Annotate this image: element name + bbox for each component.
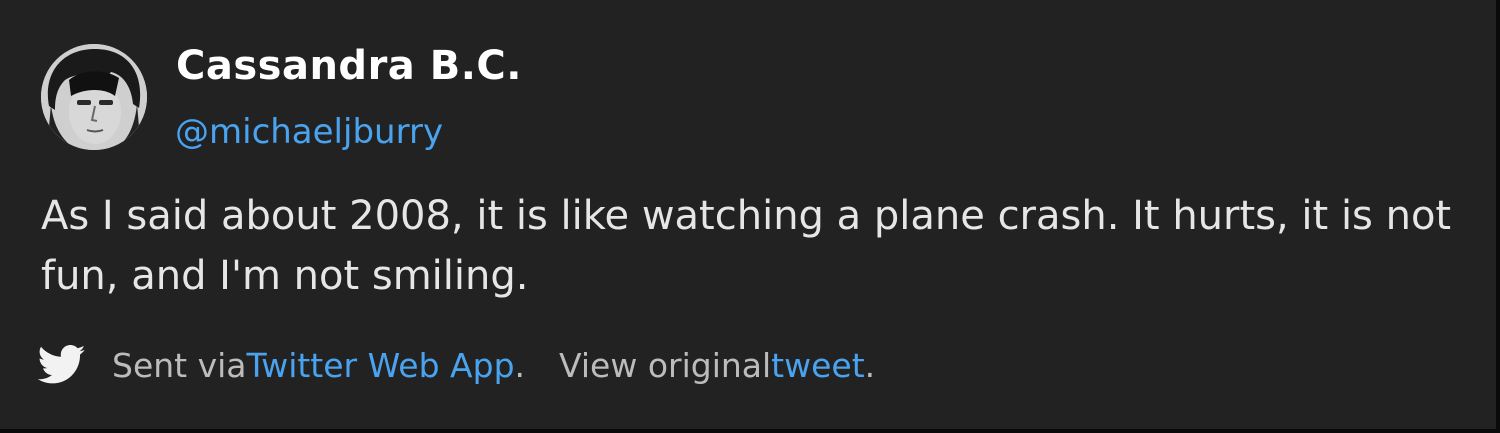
tweet-card: Cassandra B.C. @michaeljburry As I said … [0, 0, 1500, 433]
user-handle-link[interactable]: @michaeljburry [175, 111, 443, 153]
source-app-link[interactable]: Twitter Web App [247, 346, 515, 385]
tweet-text: As I said about 2008, it is like watchin… [41, 193, 1452, 299]
twitter-bird-icon [38, 345, 86, 384]
avatar-image [41, 44, 147, 150]
footer-period-1: . [514, 345, 526, 385]
view-tweet-link[interactable]: tweet [771, 346, 864, 385]
user-avatar[interactable] [41, 44, 147, 150]
view-original-label: View original [559, 345, 772, 385]
sent-via-label: Sent via [112, 345, 247, 385]
tweet-footer: Sent via Twitter Web App . View original… [38, 340, 875, 390]
display-name[interactable]: Cassandra B.C. [176, 40, 522, 92]
footer-period-2: . [864, 345, 876, 385]
